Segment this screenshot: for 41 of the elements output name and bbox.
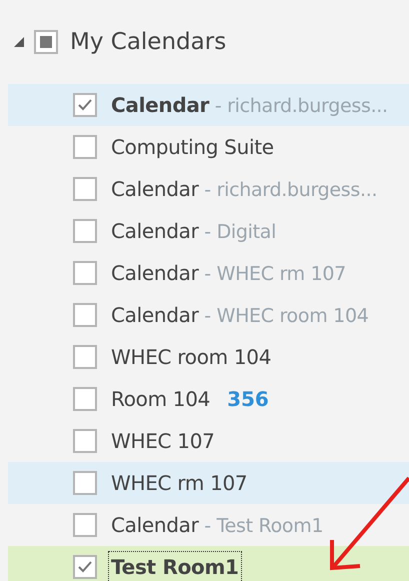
calendar-row[interactable]: Calendar - Digital (8, 210, 409, 252)
calendar-row[interactable]: Test Room1 (8, 546, 409, 581)
square-icon (37, 33, 55, 51)
calendar-row[interactable]: Calendar - WHEC room 104 (8, 294, 409, 336)
calendar-name: Calendar - Digital (110, 218, 278, 245)
calendar-row[interactable]: WHEC room 104 (8, 336, 409, 378)
calendar-name: WHEC 107 (110, 428, 216, 455)
checkbox[interactable] (34, 30, 58, 54)
calendar-name: WHEC room 104 (110, 344, 272, 371)
checkbox[interactable] (73, 261, 97, 285)
calendar-name: Calendar - WHEC room 104 (110, 302, 370, 329)
checkbox[interactable] (73, 387, 97, 411)
calendar-name: Calendar - WHEC rm 107 (110, 260, 347, 287)
calendar-name: Calendar - richard.burgess... (110, 92, 389, 119)
calendar-name: Computing Suite (110, 134, 275, 161)
calendar-row[interactable]: Calendar - WHEC rm 107 (8, 252, 409, 294)
calendar-row[interactable]: Calendar - richard.burgess... (8, 168, 409, 210)
checkbox[interactable] (73, 219, 97, 243)
calendar-row[interactable]: Calendar - Test Room1 (8, 504, 409, 546)
checkbox[interactable] (73, 555, 97, 579)
calendar-row[interactable]: Calendar - richard.burgess... (8, 84, 409, 126)
item-count: 356 (227, 386, 269, 413)
checkbox[interactable] (73, 513, 97, 537)
calendar-name: Test Room1 (108, 551, 242, 581)
checkbox[interactable] (73, 345, 97, 369)
checkbox[interactable] (73, 429, 97, 453)
calendar-row[interactable]: Room 104 356 (8, 378, 409, 420)
checkbox[interactable] (73, 135, 97, 159)
calendar-name: Calendar - richard.burgess... (110, 176, 378, 203)
calendar-name: WHEC rm 107 (110, 470, 248, 497)
calendar-name: Calendar - Test Room1 (110, 512, 324, 539)
calendar-row[interactable]: WHEC 107 (8, 420, 409, 462)
checkbox[interactable] (73, 93, 97, 117)
checkbox[interactable] (73, 177, 97, 201)
calendar-row[interactable]: WHEC rm 107 (8, 462, 409, 504)
calendar-row[interactable]: Computing Suite (8, 126, 409, 168)
group-label: My Calendars (70, 28, 226, 57)
expand-triangle-icon[interactable] (14, 37, 24, 47)
checkbox[interactable] (73, 303, 97, 327)
calendar-name: Room 104 (110, 386, 212, 413)
checkbox[interactable] (73, 471, 97, 495)
